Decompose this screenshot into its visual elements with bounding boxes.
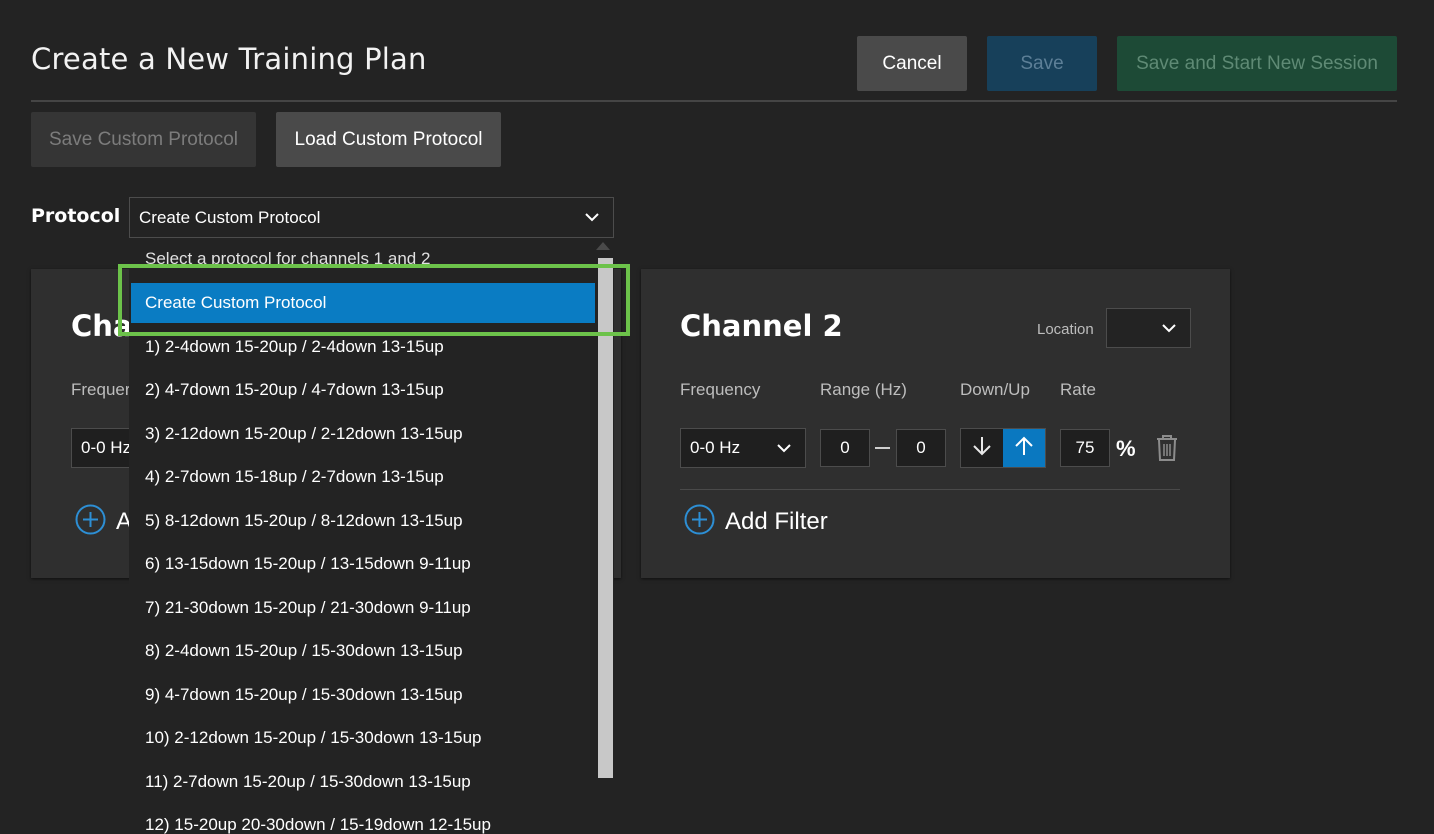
dropdown-option[interactable]: 6) 13-15down 15-20up / 13-15down 9-11up	[129, 542, 595, 585]
chevron-down-icon	[1160, 319, 1178, 342]
add-filter-label: Add Filter	[725, 508, 828, 535]
channel-2-title: Channel 2	[680, 309, 843, 343]
channel-1-frequency-value: 0-0 Hz	[81, 438, 132, 457]
plus-circle-icon	[684, 504, 715, 540]
frequency-select[interactable]: 0-0 Hz	[680, 428, 806, 468]
plus-circle-icon	[75, 504, 106, 540]
dropdown-option[interactable]: 7) 21-30down 15-20up / 21-30down 9-11up	[129, 586, 595, 629]
dropdown-option[interactable]: 3) 2-12down 15-20up / 2-12down 13-15up	[129, 412, 595, 455]
cancel-button[interactable]: Cancel	[857, 36, 967, 91]
protocol-label: Protocol	[31, 205, 121, 227]
dropdown-option-placeholder[interactable]: Select a protocol for channels 1 and 2	[129, 240, 595, 278]
protocol-dropdown-list: Select a protocol for channels 1 and 2 C…	[129, 240, 614, 834]
page-title: Create a New Training Plan	[31, 42, 427, 76]
up-button[interactable]	[1003, 429, 1045, 467]
rate-label: Rate	[1060, 380, 1096, 399]
chevron-down-icon	[583, 208, 601, 231]
dropdown-option[interactable]: 11) 2-7down 15-20up / 15-30down 13-15up	[129, 760, 595, 803]
arrow-up-icon	[1013, 435, 1035, 462]
down-up-toggle	[960, 428, 1046, 468]
protocol-select[interactable]: Create Custom Protocol	[129, 197, 614, 238]
dropdown-option[interactable]: 12) 15-20up 20-30down / 15-19down 12-15u…	[129, 803, 595, 834]
location-label: Location	[1037, 321, 1094, 338]
save-and-start-session-button[interactable]: Save and Start New Session	[1117, 36, 1397, 91]
dropdown-option[interactable]: 5) 8-12down 15-20up / 8-12down 13-15up	[129, 499, 595, 542]
down-up-label: Down/Up	[960, 380, 1030, 399]
range-label: Range (Hz)	[820, 380, 907, 399]
dropdown-option[interactable]: 9) 4-7down 15-20up / 15-30down 13-15up	[129, 673, 595, 716]
channel-2-card: Channel 2 Location Frequency Range (Hz) …	[641, 269, 1230, 578]
add-filter-button[interactable]: Add Filter	[684, 504, 828, 540]
save-button[interactable]: Save	[987, 36, 1097, 91]
location-select[interactable]	[1106, 308, 1191, 348]
frequency-value: 0-0 Hz	[690, 438, 741, 457]
scroll-up-arrow-icon[interactable]	[596, 242, 610, 250]
dropdown-option-create-custom[interactable]: Create Custom Protocol	[131, 283, 595, 323]
protocol-selected-value: Create Custom Protocol	[139, 207, 321, 227]
dropdown-option[interactable]: 1) 2-4down 15-20up / 2-4down 13-15up	[129, 325, 595, 368]
rate-unit: %	[1116, 436, 1136, 461]
rate-input[interactable]: 75	[1060, 429, 1110, 467]
dropdown-option[interactable]: 8) 2-4down 15-20up / 15-30down 13-15up	[129, 629, 595, 672]
channel-1-title: Cha	[71, 309, 133, 343]
range-dash	[875, 447, 890, 449]
channel-1-add-filter-button[interactable]: A	[75, 504, 132, 540]
header-divider	[31, 100, 1397, 102]
dropdown-option[interactable]: 4) 2-7down 15-18up / 2-7down 13-15up	[129, 455, 595, 498]
dropdown-option[interactable]: 10) 2-12down 15-20up / 15-30down 13-15up	[129, 716, 595, 759]
trash-icon[interactable]	[1155, 434, 1179, 467]
dropdown-scrollbar[interactable]	[598, 258, 613, 778]
range-max-input[interactable]: 0	[896, 429, 946, 467]
save-custom-protocol-button[interactable]: Save Custom Protocol	[31, 112, 256, 167]
load-custom-protocol-button[interactable]: Load Custom Protocol	[276, 112, 501, 167]
arrow-down-icon	[971, 435, 993, 462]
card-divider	[680, 489, 1180, 490]
down-button[interactable]	[961, 429, 1003, 467]
dropdown-option[interactable]: 2) 4-7down 15-20up / 4-7down 13-15up	[129, 368, 595, 411]
range-min-input[interactable]: 0	[820, 429, 870, 467]
channel-1-frequency-label: Frequer	[71, 380, 131, 399]
frequency-label: Frequency	[680, 380, 761, 399]
chevron-down-icon	[775, 439, 793, 462]
